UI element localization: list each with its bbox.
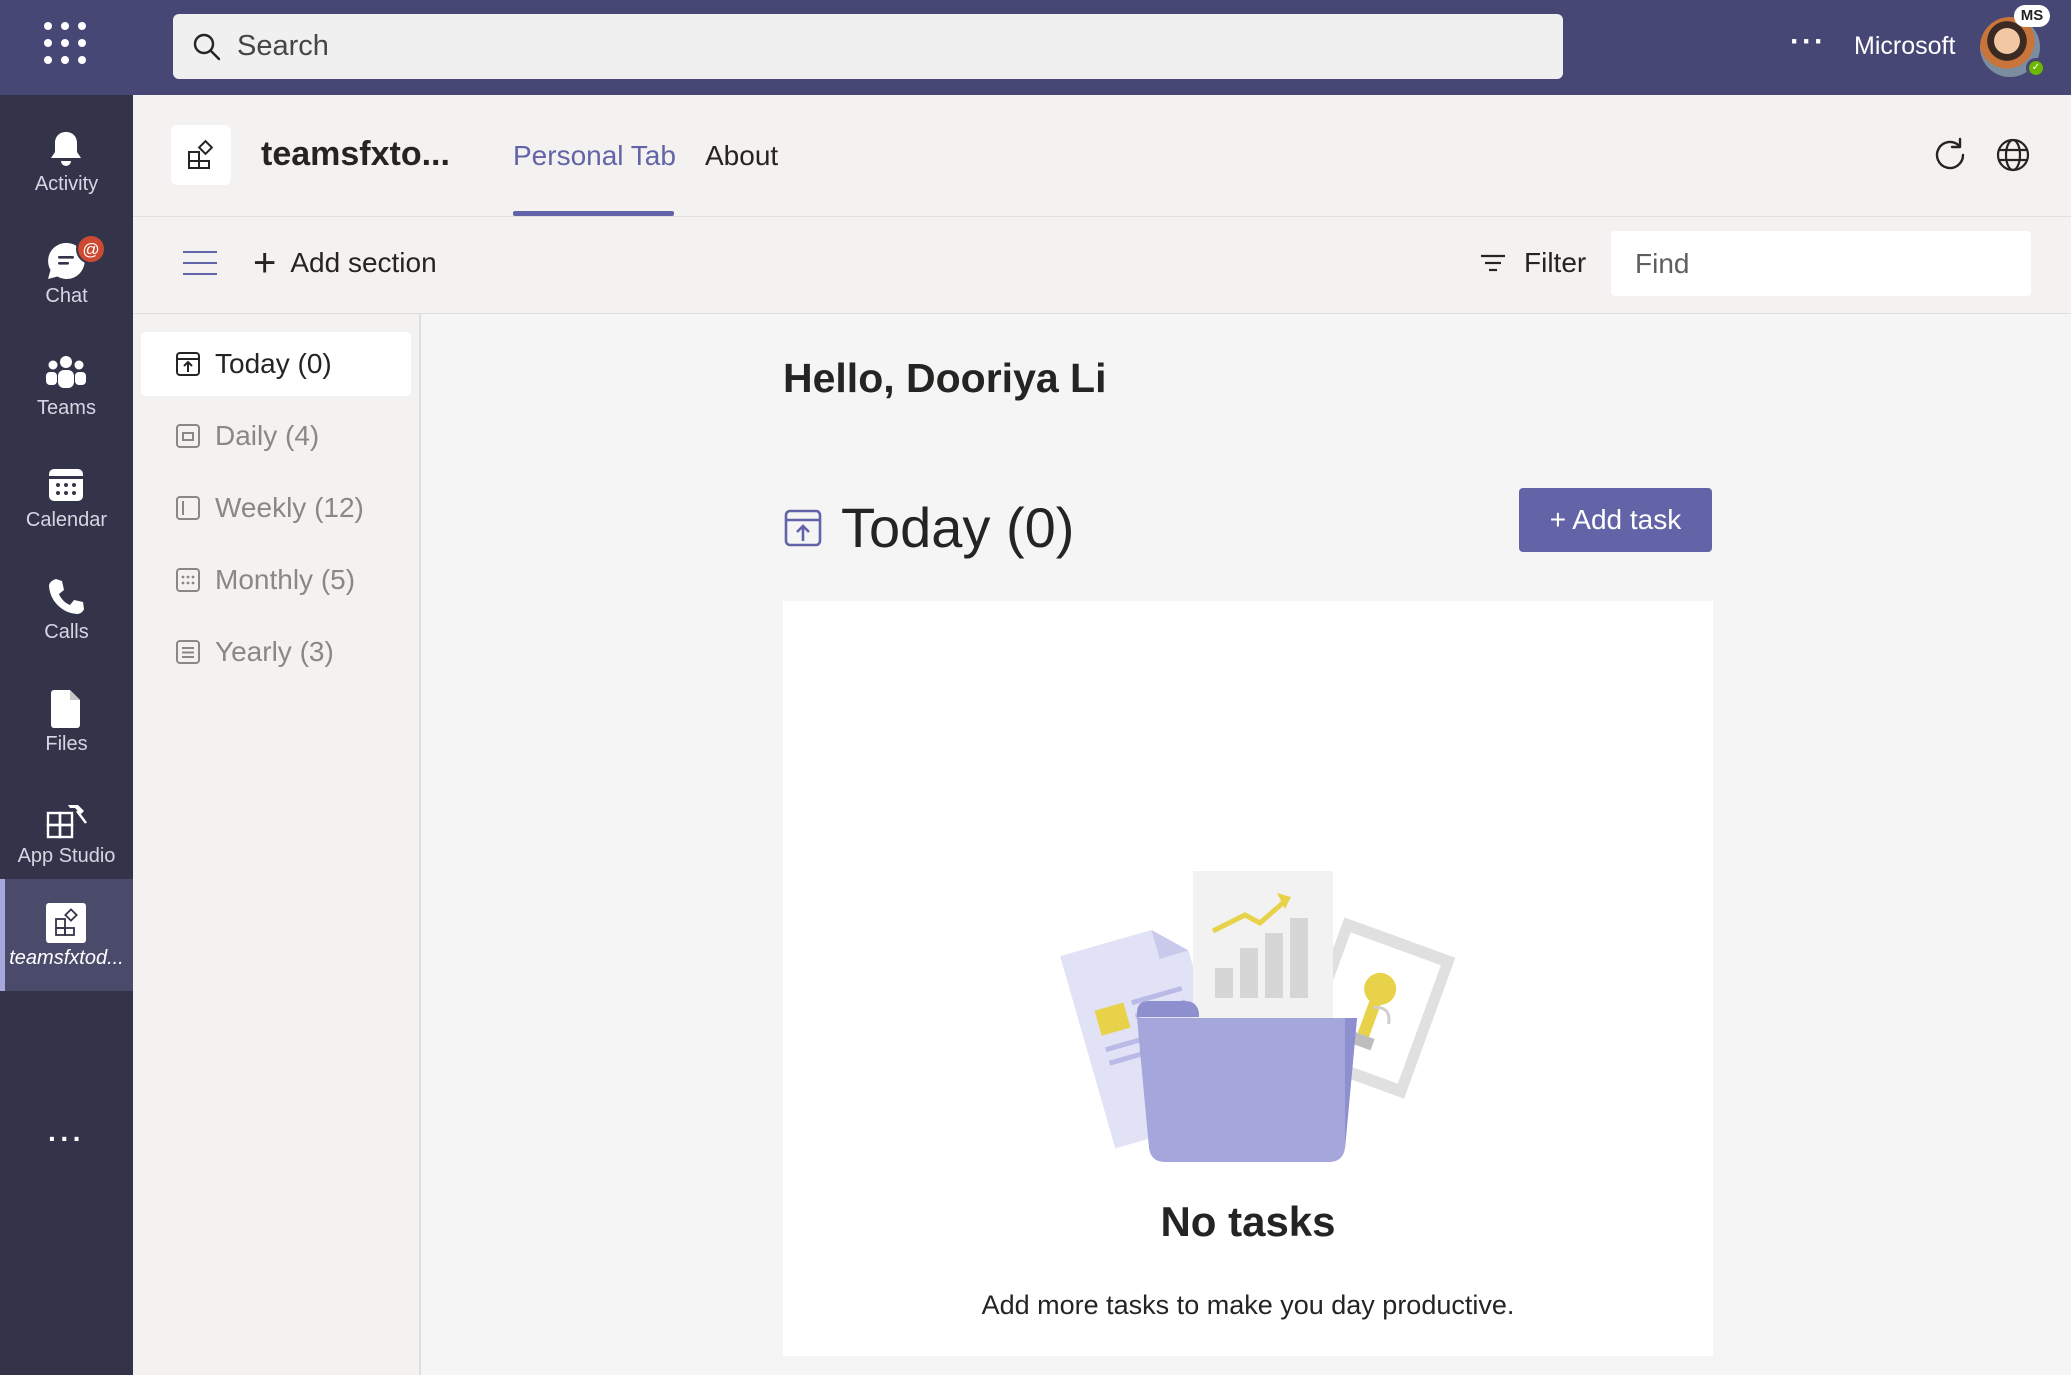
- yearly-icon: [176, 640, 200, 664]
- section-item-monthly[interactable]: Monthly (5): [141, 548, 411, 612]
- rail-label: Activity: [34, 173, 99, 195]
- rail-label: teamsfxtod...: [9, 947, 124, 969]
- empty-state-title: No tasks: [1160, 1198, 1336, 1245]
- rail-item-chat[interactable]: Chat: [0, 217, 133, 329]
- rail-item-teams[interactable]: Teams: [0, 329, 133, 441]
- rail-label: Calendar: [25, 509, 108, 531]
- globe-icon: [1996, 138, 2030, 172]
- section-label: Yearly (3): [215, 636, 334, 667]
- rail-label: Teams: [37, 397, 96, 419]
- teams-icon: [46, 356, 86, 388]
- search-icon: [193, 33, 221, 60]
- filter-label: Filter: [1524, 247, 1587, 278]
- section-item-yearly[interactable]: Yearly (3): [141, 620, 411, 684]
- tab-personal-tab[interactable]: Personal Tab: [513, 140, 676, 172]
- monthly-icon: [176, 568, 200, 592]
- empty-folder-illustration: [1060, 871, 1456, 1162]
- refresh-icon: [1935, 137, 1965, 170]
- active-tab-indicator: [513, 211, 674, 216]
- search-placeholder: Search: [237, 30, 329, 62]
- rail-item-calls[interactable]: Calls: [0, 553, 133, 665]
- section-label: Monthly (5): [215, 564, 356, 595]
- weekly-icon: [176, 496, 200, 520]
- file-icon: [51, 690, 80, 728]
- rail-label: Files: [45, 733, 88, 755]
- more-apps-icon[interactable]: ···: [0, 1123, 133, 1155]
- add-section-button[interactable]: + Add section: [253, 243, 437, 283]
- find-box: [1611, 231, 2031, 296]
- open-in-browser-button[interactable]: [1993, 135, 2033, 175]
- filter-button[interactable]: Filter: [1478, 247, 1586, 279]
- rail-label: Calls: [44, 621, 89, 643]
- tab-about[interactable]: About: [705, 140, 778, 172]
- tenant-name[interactable]: Microsoft: [1854, 32, 1955, 61]
- section-item-today[interactable]: Today (0): [141, 332, 411, 396]
- today-icon: [784, 509, 822, 546]
- section-list: Today (0) Daily (4) Weekly (12) Monthly …: [133, 314, 421, 1375]
- avatar-badge: MS: [2014, 5, 2050, 27]
- task-list-card: No tasks Add more tasks to make you day …: [783, 601, 1713, 1356]
- empty-state-subtitle: Add more tasks to make you day productiv…: [981, 1290, 1515, 1320]
- rail-item-calendar[interactable]: Calendar: [0, 441, 133, 553]
- rail-item-teamsfxtodo[interactable]: teamsfxtod...: [0, 879, 133, 991]
- search-box[interactable]: Search: [173, 14, 1563, 79]
- presence-available-icon: ✓: [2026, 58, 2046, 78]
- section-title: Today (0): [841, 496, 1075, 559]
- rail-label: Chat: [45, 285, 88, 307]
- add-task-button[interactable]: + Add task: [1519, 488, 1712, 552]
- plus-icon: +: [253, 241, 277, 285]
- app-header: teamsfxto... Personal Tab About: [133, 95, 2071, 217]
- calendar-icon: [49, 469, 83, 501]
- refresh-button[interactable]: [1930, 135, 1970, 175]
- app-icon: [46, 903, 86, 943]
- rail-item-app-studio[interactable]: App Studio: [0, 777, 133, 889]
- bell-icon: [51, 132, 81, 166]
- mention-badge: @: [76, 234, 106, 264]
- rail-item-activity[interactable]: Activity: [0, 105, 133, 217]
- more-options-icon[interactable]: ···: [1790, 25, 1826, 59]
- section-item-weekly[interactable]: Weekly (12): [141, 476, 411, 540]
- section-header: Today (0): [783, 495, 1074, 560]
- section-label: Today (0): [215, 348, 332, 379]
- top-bar: Search ··· Microsoft MS ✓: [0, 0, 2071, 95]
- section-label: Weekly (12): [215, 492, 364, 523]
- app-title: teamsfxto...: [261, 135, 450, 173]
- section-item-daily[interactable]: Daily (4): [141, 404, 411, 468]
- find-input[interactable]: [1611, 231, 1971, 296]
- app-launcher-icon[interactable]: [44, 22, 86, 64]
- app-logo-icon: [171, 125, 231, 185]
- hamburger-menu-icon[interactable]: [183, 251, 217, 279]
- app-rail: Activity Chat Teams Calendar Calls Files…: [0, 95, 133, 1375]
- today-icon: [176, 352, 200, 376]
- daily-icon: [176, 424, 200, 448]
- add-section-label: Add section: [290, 247, 437, 278]
- rail-label: App Studio: [17, 845, 116, 867]
- phone-icon: [49, 579, 84, 614]
- app-studio-icon: [46, 805, 87, 839]
- toolbar: + Add section Filter: [133, 217, 2071, 314]
- section-label: Daily (4): [215, 420, 320, 451]
- rail-item-files[interactable]: Files: [0, 665, 133, 777]
- greeting: Hello, Dooriya Li: [783, 355, 1107, 401]
- filter-icon: [1481, 254, 1505, 272]
